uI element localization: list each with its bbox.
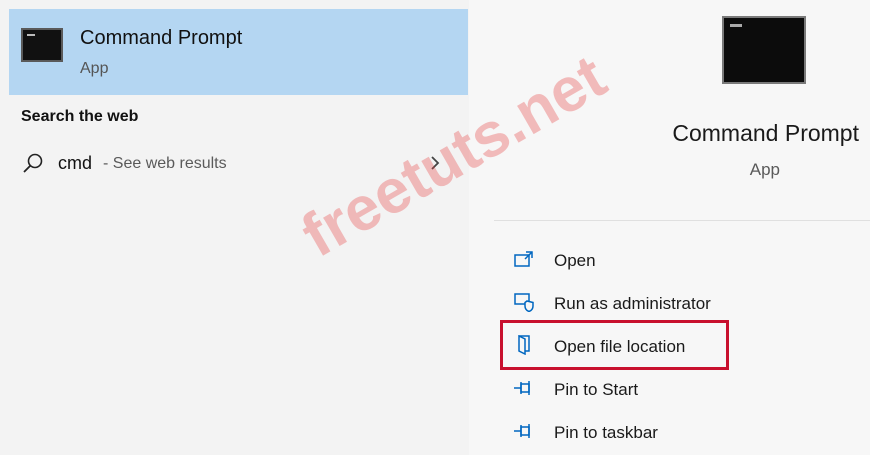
pin-icon [514,381,530,395]
web-search-hint: - See web results [103,155,227,172]
command-prompt-large-icon [722,16,806,84]
divider [494,220,870,221]
search-icon [23,153,43,173]
action-label: Pin to taskbar [554,423,658,442]
detail-title: Command Prompt [672,120,859,146]
action-open[interactable]: Open [501,242,861,278]
action-label: Run as administrator [554,294,711,313]
open-window-icon [514,251,533,267]
action-run-as-administrator[interactable]: Run as administrator [501,285,861,321]
app-detail-pane: Command Prompt App Open Run as administr… [469,0,870,455]
action-label: Pin to Start [554,380,639,399]
action-label: Open [554,251,596,270]
best-match-title: Command Prompt [80,27,243,49]
action-pin-to-start[interactable]: Pin to Start [501,371,861,407]
web-search-result[interactable]: cmd - See web results [9,140,468,188]
best-match-result[interactable]: Command Prompt App [9,9,468,95]
detail-subtitle: App [749,160,780,179]
action-pin-to-taskbar[interactable]: Pin to taskbar [501,414,861,450]
chevron-right-icon[interactable] [428,153,442,173]
pin-icon [514,424,530,438]
best-match-subtitle: App [80,60,109,77]
highlight-annotation-box [500,320,729,370]
shield-icon [514,293,534,312]
search-the-web-heading: Search the web [21,108,139,125]
web-search-query: cmd [58,153,93,173]
search-results-pane: Command Prompt App Search the web cmd - … [0,0,468,455]
command-prompt-icon [21,28,63,62]
